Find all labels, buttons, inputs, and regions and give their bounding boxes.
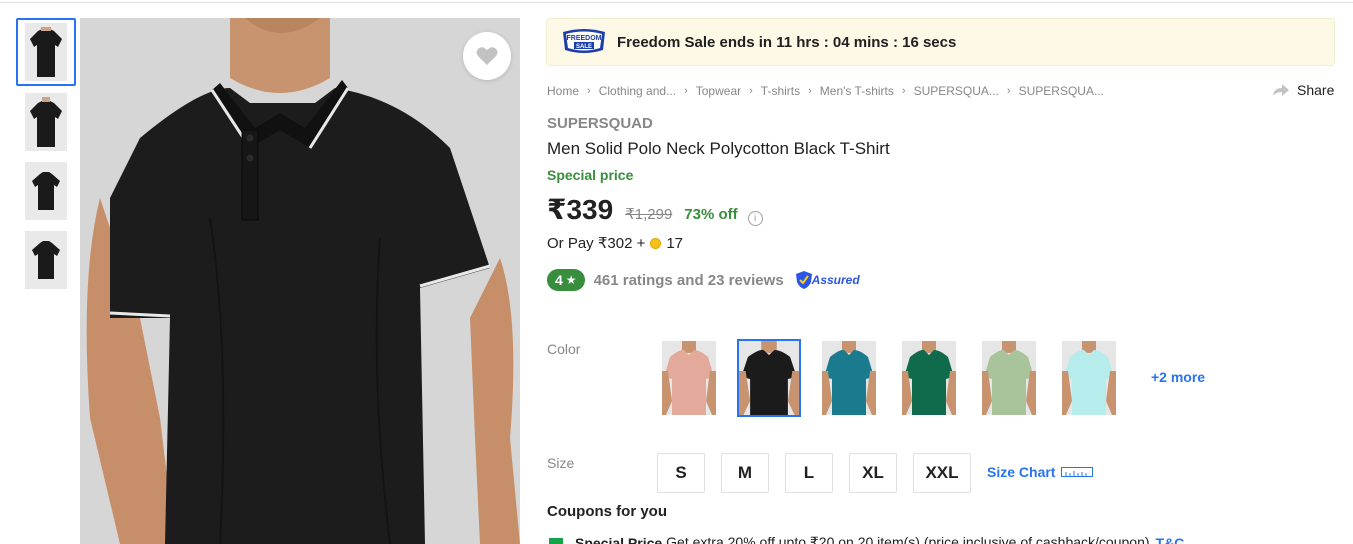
size-chart-link[interactable]: Size Chart	[987, 464, 1094, 480]
thumbnail-1[interactable]	[16, 18, 76, 86]
offer-tag-icon	[549, 537, 563, 544]
color-swatch-sage[interactable]	[982, 341, 1036, 415]
color-swatch-teal[interactable]	[822, 341, 876, 415]
sale-logo-line1: FREEDOM	[567, 35, 602, 42]
polo-shirt-illustration	[80, 18, 520, 544]
color-swatch-green[interactable]	[902, 341, 956, 415]
breadcrumb-home[interactable]: Home	[547, 84, 579, 98]
breadcrumb-clothing[interactable]: Clothing and...	[599, 84, 676, 98]
assured-shield-icon	[795, 271, 812, 289]
chevron-right-icon: ›	[587, 85, 591, 97]
chevron-right-icon: ›	[808, 85, 812, 97]
thumbnail-image	[25, 23, 67, 81]
color-swatch-aqua[interactable]	[1062, 341, 1116, 415]
size-option-xxl[interactable]: XXL	[913, 453, 971, 493]
sale-logo-line2: SALE	[576, 44, 592, 50]
breadcrumb-mens-tshirts[interactable]: Men's T-shirts	[820, 84, 894, 98]
thumbnail-image	[25, 93, 67, 151]
size-option-l[interactable]: L	[785, 453, 833, 493]
chevron-right-icon: ›	[684, 85, 688, 97]
size-option-s[interactable]: S	[657, 453, 705, 493]
thumbnail-4[interactable]	[16, 226, 76, 294]
size-option-m[interactable]: M	[721, 453, 769, 493]
sale-countdown-text: Freedom Sale ends in 11 hrs : 04 mins : …	[617, 33, 957, 51]
more-colors-link[interactable]: +2 more	[1151, 369, 1205, 385]
selling-price: ₹339	[547, 194, 614, 225]
breadcrumb: Home › Clothing and... › Topwear › T-shi…	[547, 84, 1104, 98]
breadcrumb-tshirts[interactable]: T-shirts	[761, 84, 800, 98]
chevron-right-icon: ›	[1006, 85, 1011, 97]
thumbnail-image	[25, 162, 67, 220]
size-chart-label: Size Chart	[987, 464, 1056, 480]
assured-badge: Assured	[795, 271, 860, 289]
main-product-image[interactable]	[80, 18, 520, 544]
info-icon[interactable]: i	[747, 211, 763, 226]
original-price: ₹1,299	[625, 206, 673, 223]
share-label: Share	[1297, 82, 1335, 98]
freedom-sale-logo: FREEDOM SALE	[561, 28, 607, 56]
size-option-xl[interactable]: XL	[849, 453, 897, 493]
terms-link[interactable]: T&C	[1156, 535, 1185, 544]
or-pay-coins: 17	[666, 234, 684, 252]
star-icon: ★	[565, 273, 577, 287]
coupon-offer: Special Price Get extra 20% off upto ₹20…	[549, 534, 1184, 544]
coin-icon	[650, 237, 662, 249]
discount-percent: 73% off	[684, 206, 738, 223]
coupon-offer-text: Get extra 20% off upto ₹20 on 20 item(s)…	[666, 534, 1150, 544]
color-swatch-peach[interactable]	[662, 341, 716, 415]
price-row: ₹339 ₹1,299 73% off i	[547, 193, 763, 226]
share-arrow-icon	[1273, 84, 1289, 96]
color-swatch-black[interactable]	[737, 339, 801, 417]
breadcrumb-product: SUPERSQUA...	[1018, 84, 1104, 98]
share-button[interactable]: Share	[1273, 82, 1334, 98]
rating-row: 4 ★ 461 ratings and 23 reviews Assured	[547, 269, 860, 291]
sale-banner: FREEDOM SALE Freedom Sale ends in 11 hrs…	[546, 18, 1335, 66]
or-pay-text: Or Pay ₹302 +	[547, 235, 646, 252]
special-price-label: Special price	[547, 167, 634, 183]
color-label: Color	[547, 341, 581, 357]
breadcrumb-brand[interactable]: SUPERSQUA...	[914, 84, 999, 98]
or-pay-row: Or Pay ₹302 + 17	[547, 234, 684, 253]
rating-value: 4	[555, 272, 563, 288]
wishlist-button[interactable]	[463, 32, 511, 80]
thumbnail-2[interactable]	[16, 88, 76, 156]
chevron-right-icon: ›	[749, 85, 753, 97]
ruler-icon	[1061, 467, 1094, 477]
assured-label: Assured	[811, 273, 860, 287]
ratings-reviews-count[interactable]: 461 ratings and 23 reviews	[594, 272, 784, 289]
thumbnail-3[interactable]	[16, 157, 76, 225]
heart-icon	[476, 47, 498, 65]
coupons-title: Coupons for you	[547, 503, 667, 520]
coupon-offer-title: Special Price	[575, 534, 663, 544]
size-label: Size	[547, 455, 575, 471]
thumbnail-image	[25, 231, 67, 289]
breadcrumb-topwear[interactable]: Topwear	[696, 84, 741, 98]
chevron-right-icon: ›	[901, 85, 906, 97]
top-divider	[0, 2, 1353, 3]
rating-badge[interactable]: 4 ★	[547, 269, 585, 291]
product-title: Men Solid Polo Neck Polycotton Black T-S…	[547, 139, 890, 158]
brand-name[interactable]: SUPERSQUAD	[547, 115, 653, 132]
